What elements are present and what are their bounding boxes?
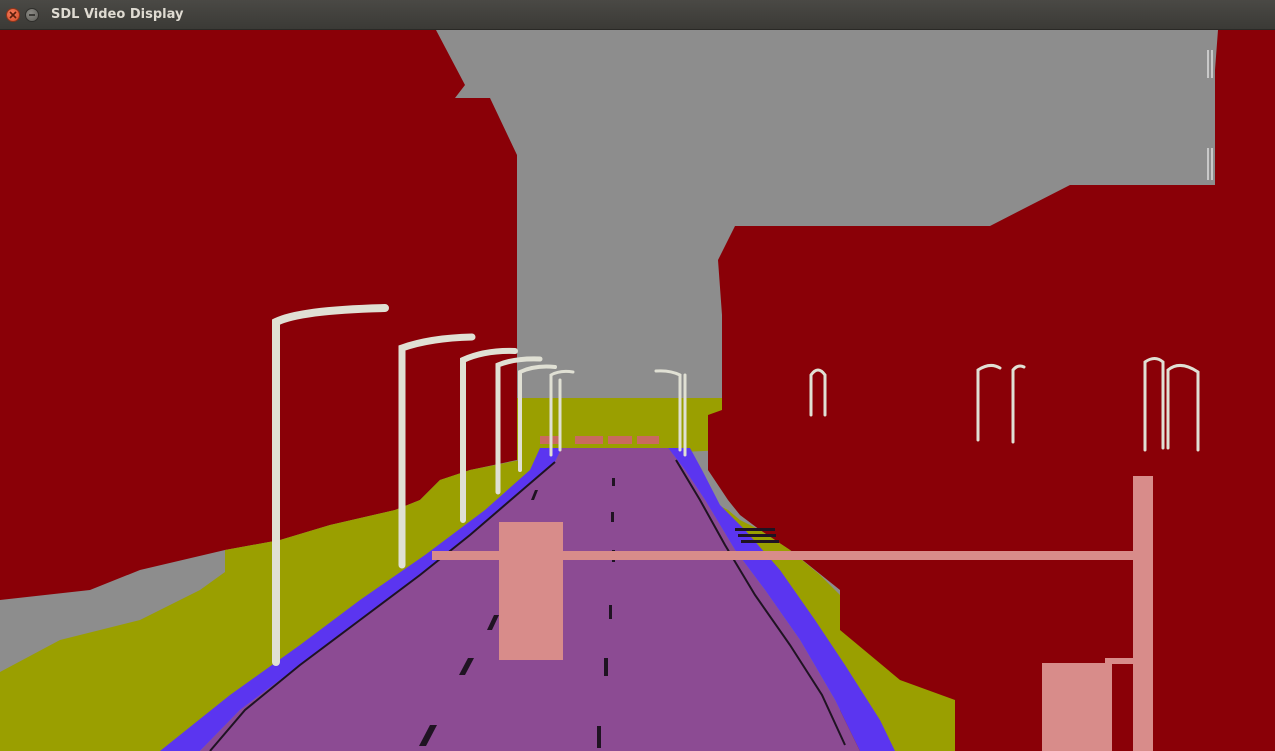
segmentation-scene: [0, 30, 1275, 751]
title-bar[interactable]: SDL Video Display: [0, 0, 1275, 30]
curb-grate: [735, 528, 779, 543]
lower-right-sign-post: [1105, 658, 1140, 664]
sdl-window: SDL Video Display: [0, 0, 1275, 751]
gantry-pole: [1133, 476, 1153, 751]
close-icon: [9, 11, 17, 19]
window-title: SDL Video Display: [51, 7, 184, 22]
close-button[interactable]: [6, 8, 20, 22]
minimize-icon: [29, 14, 35, 16]
hanging-sign: [499, 522, 563, 660]
video-display[interactable]: [0, 30, 1275, 751]
minimize-button[interactable]: [25, 8, 39, 22]
distant-blocks: [540, 436, 659, 444]
lower-right-sign: [1042, 663, 1112, 751]
